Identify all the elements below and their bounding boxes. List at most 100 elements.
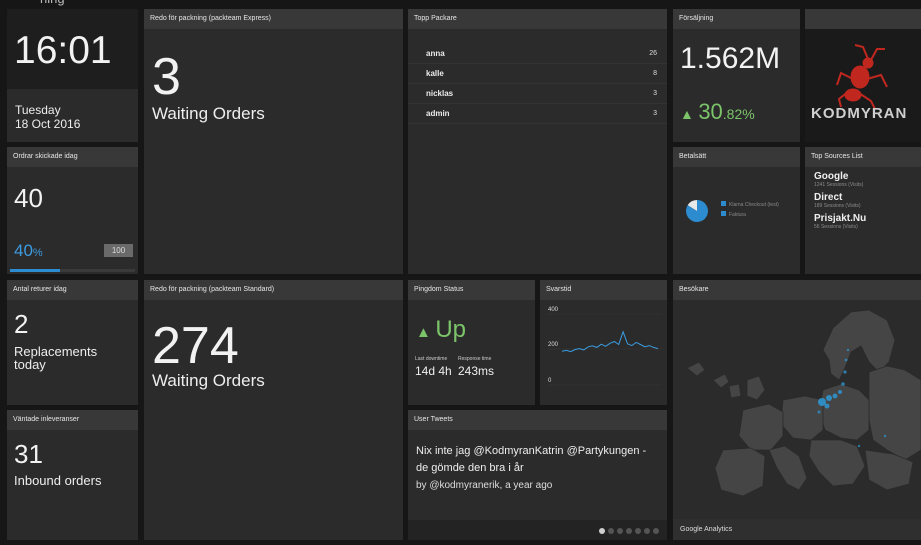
visitors-tile: Besökare Google Analytics	[673, 280, 921, 540]
list-item: kalle 8	[408, 64, 667, 84]
packer-count: 3	[653, 110, 657, 117]
source-sessions: 1241 Sessions (Visits)	[814, 182, 864, 188]
tweet-pager	[408, 520, 667, 540]
legend-swatch	[721, 211, 726, 216]
sources-list: Google 1241 Sessions (Visits) Direct 189 S…	[805, 167, 921, 230]
sales-change-int: 30	[698, 99, 723, 124]
inbound-value: 31	[14, 439, 43, 469]
returns-label-2: today	[14, 357, 46, 372]
pager-dot[interactable]	[608, 528, 614, 534]
shipped-value: 40	[14, 183, 43, 213]
top-packers-title: Topp Packare	[408, 9, 667, 29]
pingdom-tile: Pingdom Status ▲ Up Last downtime 14d 4h…	[408, 280, 535, 405]
logo-text: KODMYRAN	[811, 105, 908, 122]
pager-dot[interactable]	[617, 528, 623, 534]
express-tile: Redo för packning (packteam Express) 3 W…	[144, 9, 403, 274]
shipped-tile: Ordrar skickade idag 40 40% 100	[7, 147, 138, 274]
list-item: Prisjakt.Nu 56 Sessions (Visits)	[814, 213, 921, 230]
returns-title: Antal returer idag	[7, 280, 138, 300]
inbound-tile: Väntade inleveranser 31 Inbound orders	[7, 410, 138, 540]
list-item: nicklas 3	[408, 84, 667, 104]
sales-tile: Försäljning 1.562M ▲ 30.82%	[673, 9, 800, 142]
pingdom-status: ▲ Up	[416, 316, 466, 344]
packer-name: anna	[426, 49, 445, 58]
response-chart-tile: Svarstid 400 200 0	[540, 280, 667, 405]
standard-tile: Redo för packning (packteam Standard) 27…	[144, 280, 403, 540]
source-name: Direct	[814, 192, 843, 203]
pager-dot[interactable]	[599, 528, 605, 534]
response-time-chart: 400 200 0	[548, 307, 662, 386]
returns-tile: Antal returer idag 2 Replacements today	[7, 280, 138, 405]
shipped-goal: 100	[104, 244, 133, 257]
visitors-title: Besökare	[673, 280, 921, 300]
tweet-text: Nix inte jag @KodmyranKatrin @Partykunge…	[416, 445, 647, 474]
shipped-progress-fill	[10, 269, 60, 272]
sources-title: Top Sources List	[805, 147, 921, 167]
packer-count: 8	[653, 70, 657, 77]
list-item: Google 1241 Sessions (Visits)	[814, 171, 921, 188]
packer-count: 26	[649, 50, 657, 57]
downtime-label: Last downtime	[415, 356, 448, 362]
list-item: anna 26	[408, 44, 667, 64]
top-strip-text: ning	[40, 0, 65, 6]
status-up-icon: ▲	[416, 324, 431, 341]
tweet-by: by @kodmyranerik, a year ago	[416, 480, 553, 491]
y-tick-label: 400	[548, 307, 559, 313]
clock-day: Tuesday	[15, 103, 61, 117]
logo-image: KODMYRAN	[805, 29, 921, 142]
y-tick-label: 200	[548, 342, 559, 348]
packer-name: kalle	[426, 69, 444, 78]
clock-date: 18 Oct 2016	[15, 117, 81, 131]
list-item: admin 3	[408, 104, 667, 124]
pingdom-title: Pingdom Status	[408, 280, 535, 300]
europe-map	[686, 309, 921, 497]
pager-dot[interactable]	[644, 528, 650, 534]
pager-dot[interactable]	[626, 528, 632, 534]
packer-name: admin	[426, 109, 450, 118]
response-chart-title: Svarstid	[540, 280, 667, 300]
legend-label: Klarna Checkout (test)	[729, 202, 779, 208]
source-sessions: 189 Sessions (Visits)	[814, 203, 861, 209]
payment-title: Betalsätt	[673, 147, 800, 167]
tweets-title: User Tweets	[408, 410, 667, 430]
express-value: 3	[152, 48, 181, 106]
express-label: Waiting Orders	[152, 104, 265, 123]
packer-count: 3	[653, 90, 657, 97]
legend-label: Faktura	[729, 212, 746, 218]
logo-tile: KODMYRAN	[805, 9, 921, 142]
sources-tile: Top Sources List Google 1241 Sessions (Vi…	[805, 147, 921, 274]
pager-dot[interactable]	[635, 528, 641, 534]
payment-tile: Betalsätt Klarna Checkout (test) Faktura	[673, 147, 800, 274]
response-series-line	[561, 330, 659, 353]
clock-time: 16:01	[14, 29, 112, 72]
response-label: Response time	[458, 356, 492, 362]
tweets-tile: User Tweets Nix inte jag @KodmyranKatrin…	[408, 410, 667, 540]
list-item: Direct 189 Sessions (Visits)	[814, 192, 921, 209]
shipped-percent-num: 40	[14, 241, 33, 260]
shipped-title: Ordrar skickade idag	[7, 147, 138, 167]
visitors-footer: Google Analytics	[673, 519, 921, 540]
sales-title: Försäljning	[673, 9, 800, 29]
pingdom-status-text: Up	[435, 316, 466, 343]
top-strip: ning	[0, 0, 921, 7]
inbound-title: Väntade inleveranser	[7, 410, 138, 430]
source-sessions: 56 Sessions (Visits)	[814, 224, 858, 230]
sales-change: ▲ 30.82%	[680, 99, 755, 125]
legend-swatch	[721, 201, 726, 206]
downtime-value: 14d 4h	[415, 364, 452, 378]
express-title: Redo för packning (packteam Express)	[144, 9, 403, 29]
trend-up-icon: ▲	[680, 106, 694, 122]
sales-value: 1.562M	[680, 42, 781, 75]
shipped-percent-sym: %	[32, 247, 43, 259]
legend-item: Faktura	[721, 211, 779, 218]
y-tick-label: 0	[548, 378, 552, 384]
returns-value: 2	[14, 309, 29, 339]
top-packers-tile: Topp Packare anna 26 kalle 8 nicklas 3 admi…	[408, 9, 667, 274]
shipped-progress-track	[10, 269, 135, 272]
payment-pie-chart	[686, 200, 708, 222]
standard-title: Redo för packning (packteam Standard)	[144, 280, 403, 300]
source-name: Prisjakt.Nu	[814, 213, 867, 224]
packer-name: nicklas	[426, 89, 454, 98]
pager-dot[interactable]	[653, 528, 659, 534]
standard-value: 274	[152, 317, 239, 375]
